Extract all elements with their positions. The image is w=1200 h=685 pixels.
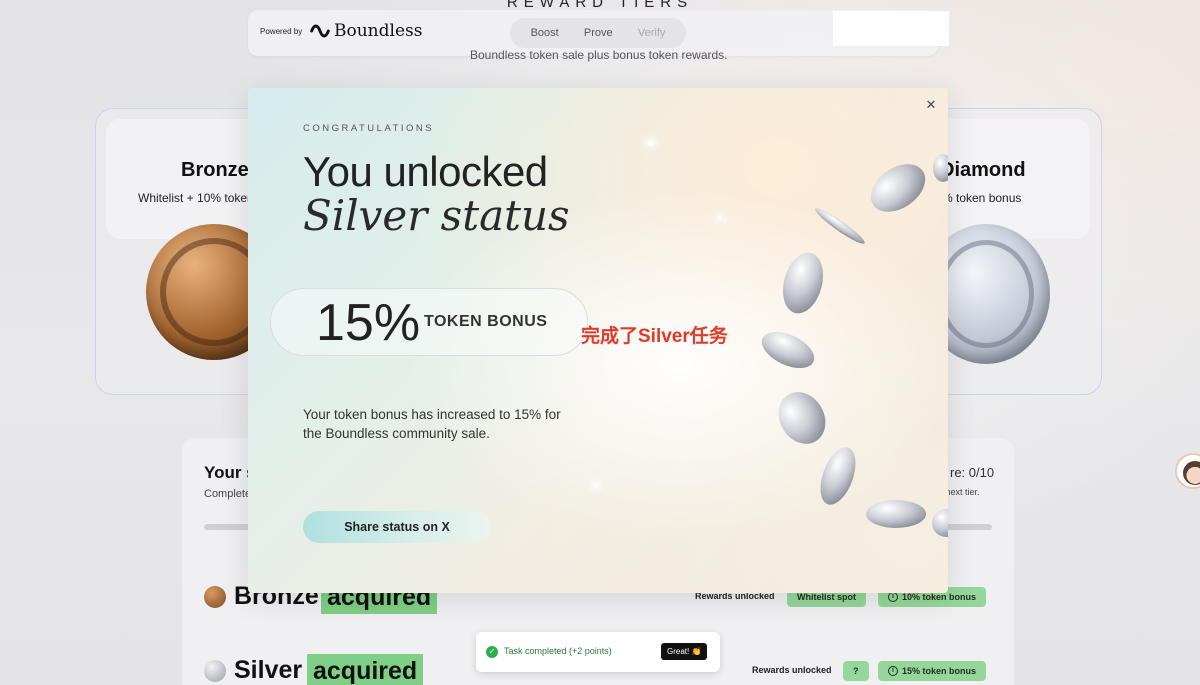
powered-by-label: Powered by [260, 27, 303, 36]
task-toast: ✓ Task completed (+2 points) Great! 👏 [476, 632, 720, 672]
modal-headline: You unlocked [303, 148, 548, 195]
sparkle-icon [594, 483, 598, 487]
boundless-logo-icon [310, 24, 330, 38]
brand-name: Boundless [334, 21, 423, 41]
modal-headline-status: Silver status [303, 191, 570, 240]
silver-status-modal: ✕ CONGRATULATIONS You unlocked Silver st… [248, 88, 948, 593]
share-status-button[interactable]: Share status on X [303, 511, 491, 543]
score-readout: re: 0/10 [950, 465, 995, 480]
close-icon[interactable]: ✕ [923, 97, 939, 113]
bonus-percentage: 15% [316, 294, 421, 352]
token-bonus-pill: 15% TOKEN BONUS [270, 288, 588, 356]
nav-tabs: Boost Prove Verify [510, 18, 686, 48]
tier-name-bronze: Bronze [181, 159, 249, 181]
reward-chip-unknown: ? [843, 661, 869, 681]
rewards-unlocked-label: Rewards unlocked [752, 665, 832, 675]
info-icon: i [888, 592, 898, 602]
nav-tab-prove[interactable]: Prove [584, 27, 613, 39]
acquired-badge-silver: acquired [307, 654, 424, 685]
tier-desc-diamond: % token bonus [942, 191, 1022, 205]
toast-great-button[interactable]: Great! 👏 [661, 643, 708, 660]
flying-silver-coins-icon [761, 154, 948, 537]
check-circle-icon: ✓ [486, 646, 498, 658]
annotation-text: 完成了Silver任务 [581, 326, 728, 347]
brand-logo-link[interactable]: Boundless [310, 21, 422, 41]
tier-name-diamond: Diamond [940, 159, 1026, 181]
nav-tab-verify[interactable]: Verify [638, 27, 666, 39]
modal-body-text: Your token bonus has increased to 15% fo… [303, 407, 561, 441]
congratulations-label: CONGRATULATIONS [303, 123, 435, 134]
bonus-label: TOKEN BONUS [424, 313, 548, 330]
bronze-row-coin-icon [204, 586, 226, 608]
silver-row-coin-icon [204, 660, 226, 682]
nav-tab-boost[interactable]: Boost [531, 27, 559, 39]
reward-tiers-subtitle: Boundless token sale plus bonus token re… [470, 48, 728, 62]
redacted-area [833, 11, 949, 46]
sparkle-icon [648, 140, 654, 146]
reward-chip-bonus-silver: i 15% token bonus [878, 661, 987, 681]
toast-message: Task completed (+2 points) [504, 646, 612, 656]
sparkle-icon [718, 216, 722, 220]
row-name-silver: Silver [234, 656, 303, 684]
info-icon: i [888, 666, 898, 676]
progress-bar [204, 524, 250, 530]
tier-desc-bronze: Whitelist + 10% token [138, 191, 254, 205]
status-subtitle: Complete [204, 488, 252, 500]
